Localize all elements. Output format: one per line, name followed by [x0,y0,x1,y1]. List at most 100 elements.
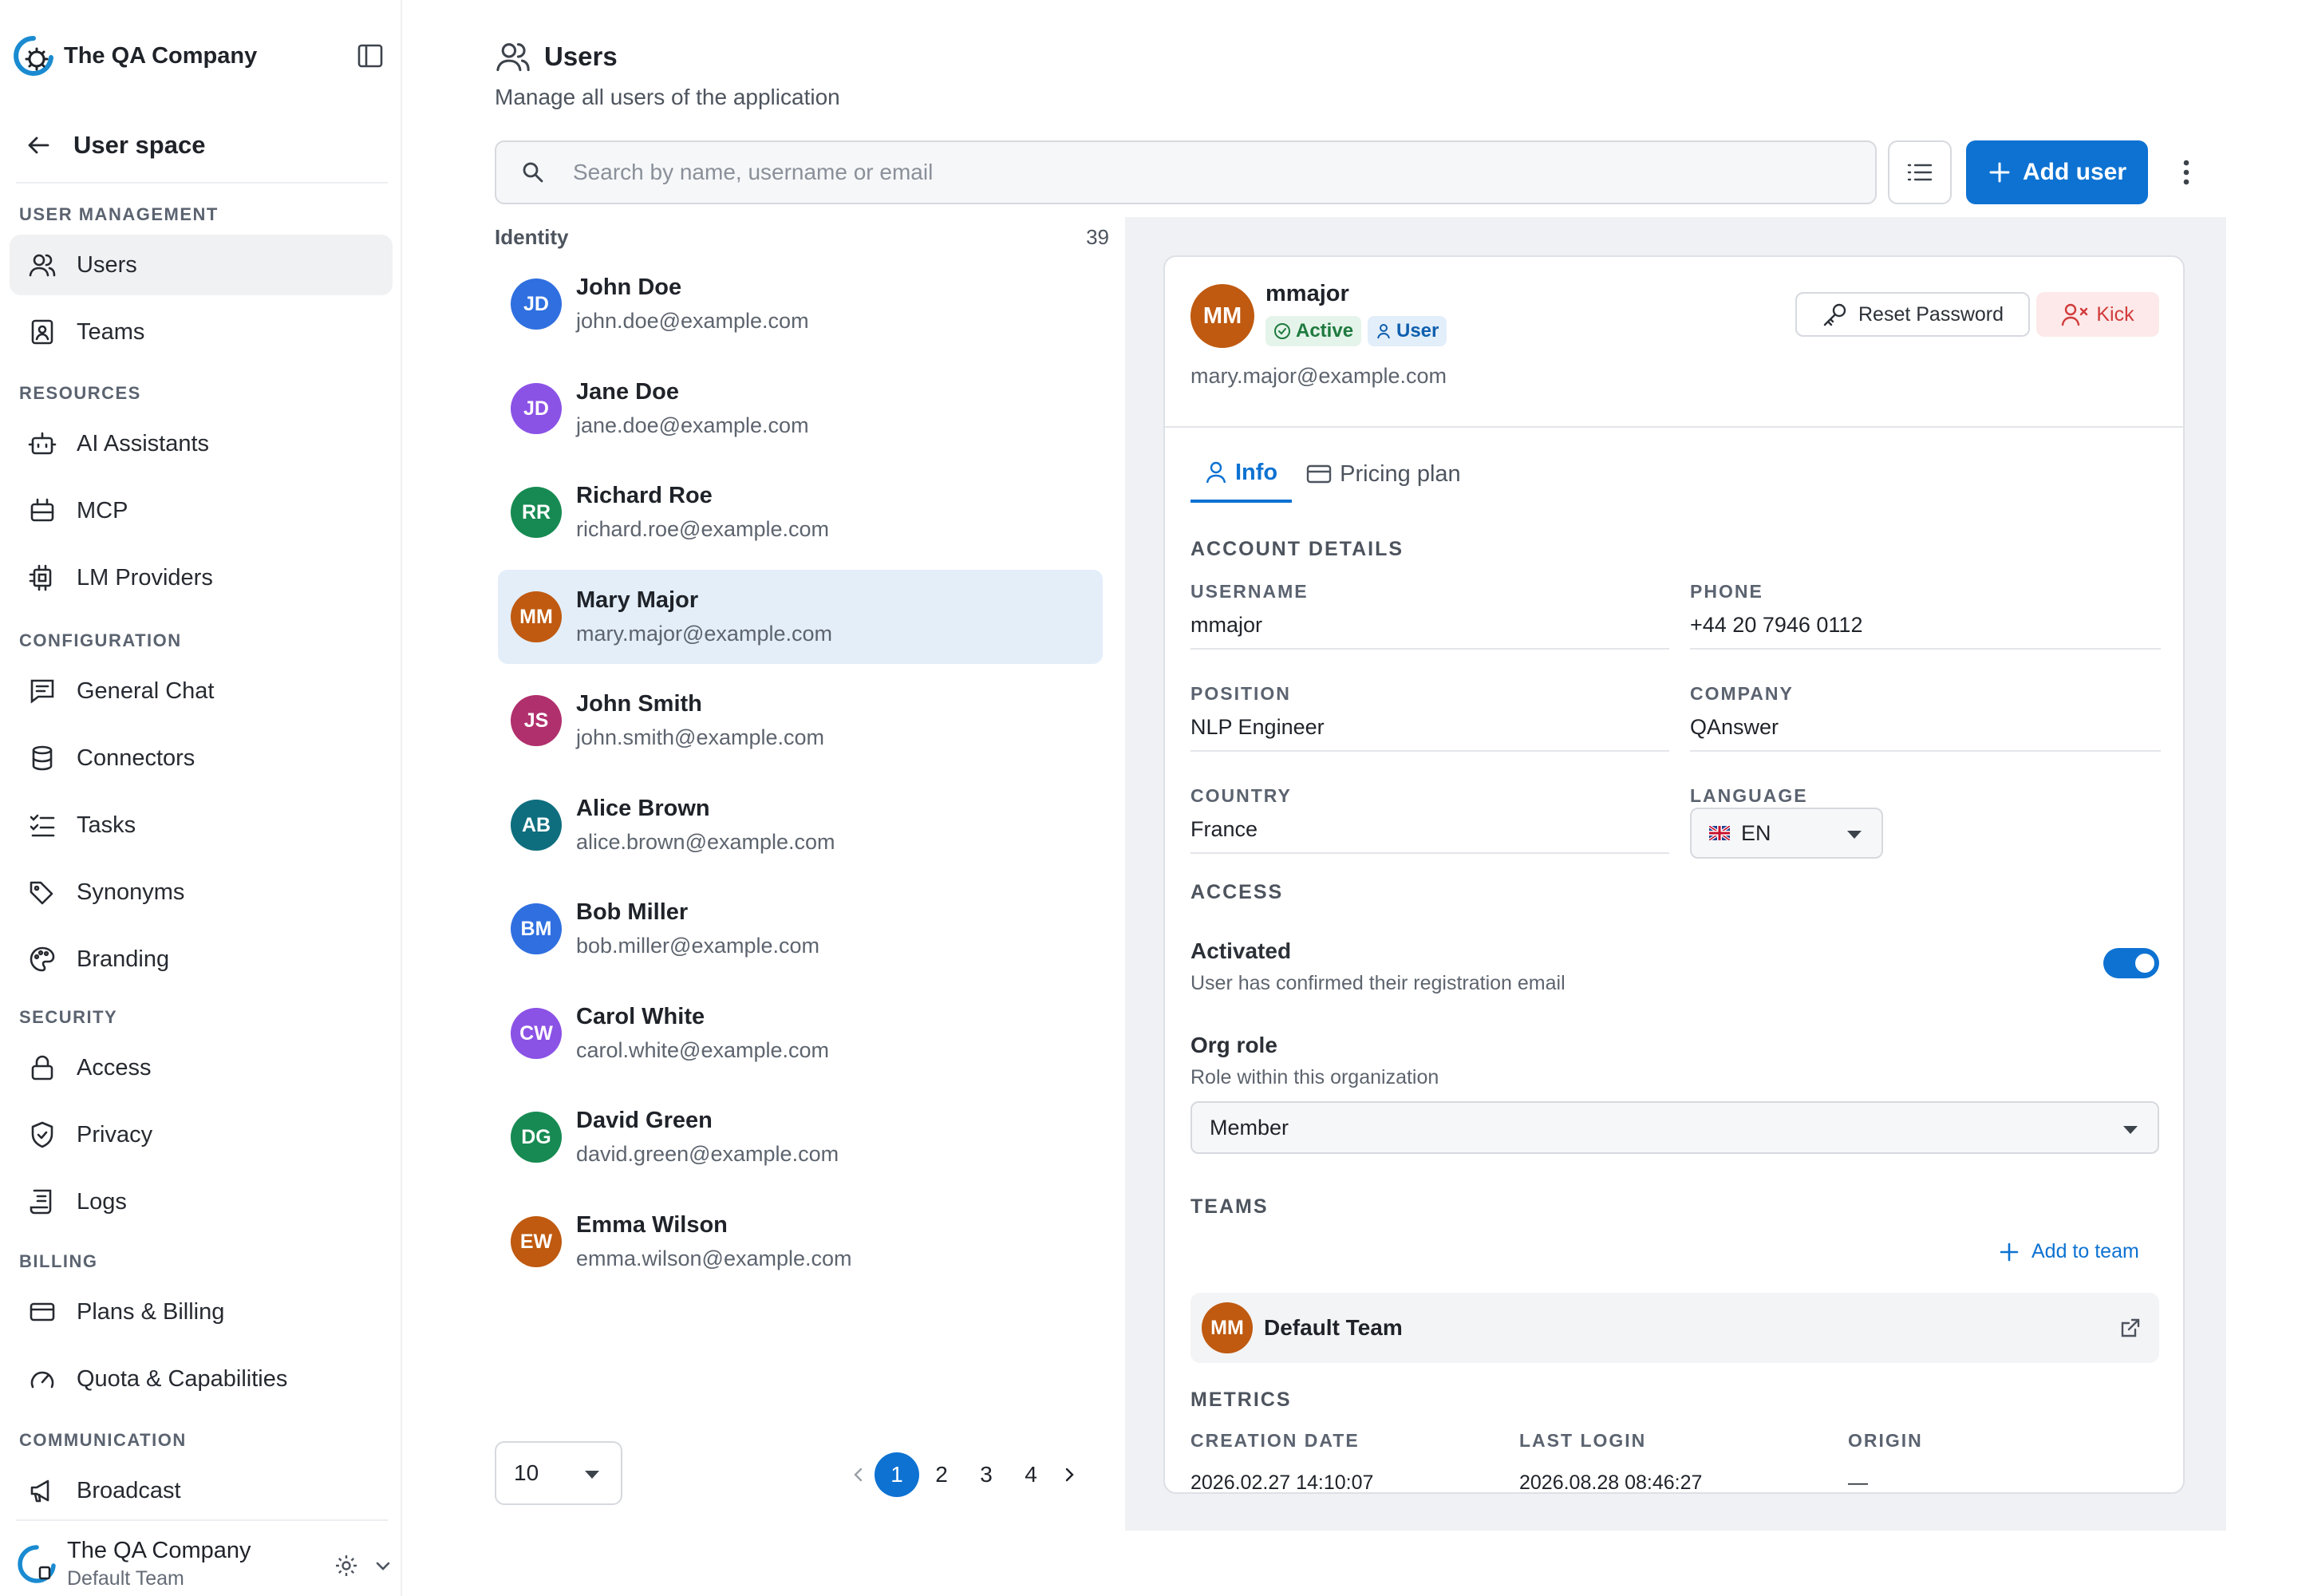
page-size-value: 10 [514,1460,539,1485]
teams-title: TEAMS [1190,1195,1269,1218]
search-input[interactable] [573,160,1770,185]
divider [16,1519,388,1521]
phone-label: PHONE [1690,581,1763,602]
search-bar[interactable] [495,140,1877,204]
add-to-team-button[interactable]: Add to team [1987,1240,2139,1263]
page-size-select[interactable]: 10 [495,1441,622,1505]
page-button-3[interactable]: 3 [964,1452,1009,1497]
sidebar-item-mcp[interactable]: MCP [10,480,393,541]
kick-button[interactable]: Kick [2036,292,2159,337]
list-item[interactable]: CW Carol White carol.white@example.com [498,986,1103,1080]
sidebar-item-users[interactable]: Users [10,235,393,295]
list-item[interactable]: JD Jane Doe jane.doe@example.com [498,361,1103,456]
page-button-1[interactable]: 1 [875,1452,919,1497]
brand-name: The QA Company [64,42,258,69]
gear-icon[interactable] [334,1553,359,1578]
role-badge: User [1368,316,1447,346]
sidebar-item-label: AI Assistants [77,430,210,456]
prev-page-button[interactable] [843,1452,875,1497]
avatar: RR [511,487,562,538]
list-item[interactable]: BM Bob Miller bob.miller@example.com [498,882,1103,976]
user-name: Mary Major [576,587,699,613]
users-icon [495,38,531,75]
creation-date-label: CREATION DATE [1190,1430,1360,1451]
add-user-label: Add user [2022,159,2127,185]
reset-password-button[interactable]: Reset Password [1795,292,2030,337]
user-name: Emma Wilson [576,1212,728,1238]
user-email: david.green@example.com [576,1142,839,1166]
back-to-user-space[interactable]: User space [24,128,205,163]
list-item[interactable]: DG David Green david.green@example.com [498,1090,1103,1184]
user-name: Richard Roe [576,483,713,508]
position-value: NLP Engineer [1190,707,1669,752]
sidebar-item-broadcast[interactable]: Broadcast [10,1460,393,1521]
list-item[interactable]: EW Emma Wilson emma.wilson@example.com [498,1195,1103,1289]
page-button-2[interactable]: 2 [919,1452,964,1497]
user-name: Alice Brown [576,796,710,821]
sidebar-item-tasks[interactable]: Tasks [10,795,393,855]
credit-card-icon [27,1297,57,1327]
user-text: Mary Major mary.major@example.com [576,587,832,646]
sidebar-item-label: Logs [77,1188,127,1215]
section-title-communication: COMMUNICATION [19,1430,187,1450]
sidebar-item-label: Users [77,251,137,278]
org-role-select[interactable]: Member [1190,1101,2159,1154]
avatar: MM [1202,1302,1253,1353]
user-name: Bob Miller [576,899,689,925]
sidebar-item-privacy[interactable]: Privacy [10,1104,393,1165]
origin-value: — [1848,1472,1868,1494]
sidebar-item-quota[interactable]: Quota & Capabilities [10,1349,393,1409]
username-value: mmajor [1190,605,1669,650]
page-button-4[interactable]: 4 [1009,1452,1053,1497]
brand[interactable]: The QA Company [11,35,386,77]
tab-info[interactable]: Info [1190,445,1293,503]
caret-down-icon [584,1470,600,1479]
sidebar-item-synonyms[interactable]: Synonyms [10,862,393,922]
last-login-label: LAST LOGIN [1519,1430,1647,1451]
chat-icon [27,676,57,706]
tab-pricing-plan[interactable]: Pricing plan [1292,445,1475,503]
list-item[interactable]: JS John Smith john.smith@example.com [498,674,1103,768]
list-item[interactable]: MM Mary Major mary.major@example.com [498,570,1103,664]
org-switcher[interactable]: The QA Company Default Team [16,1532,390,1596]
metrics-title: METRICS [1190,1389,1292,1411]
external-link-icon[interactable] [2119,1317,2142,1339]
credit-card-icon [1306,463,1332,485]
country-value: France [1190,809,1669,854]
sidebar-item-plans-billing[interactable]: Plans & Billing [10,1282,393,1342]
activated-toggle[interactable] [2103,948,2159,978]
check-circle-icon [1273,322,1291,340]
user-email: john.smith@example.com [576,725,825,749]
language-select[interactable]: EN [1690,808,1883,859]
access-title: ACCESS [1190,881,1284,903]
avatar: CW [511,1008,562,1059]
country-label: COUNTRY [1190,785,1292,806]
list-view-button[interactable] [1888,140,1952,204]
sidebar-item-logs[interactable]: Logs [10,1171,393,1232]
more-vertical-icon [2182,158,2190,187]
more-options-button[interactable] [2169,152,2204,193]
shield-icon [27,1120,57,1150]
last-login-value: 2026.08.28 08:46:27 [1519,1472,1703,1494]
add-user-button[interactable]: Add user [1966,140,2148,204]
list-item[interactable]: JD John Doe john.doe@example.com [498,257,1103,351]
sidebar-item-access[interactable]: Access [10,1037,393,1098]
sidebar-toggle-icon[interactable] [354,40,386,72]
sidebar-item-teams[interactable]: Teams [10,302,393,362]
user-text: Bob Miller bob.miller@example.com [576,899,819,958]
sidebar-item-general-chat[interactable]: General Chat [10,661,393,721]
sidebar-item-lm-providers[interactable]: LM Providers [10,547,393,608]
sidebar-item-branding[interactable]: Branding [10,929,393,990]
detail-tabs: Info Pricing plan [1190,445,1475,503]
list-item[interactable]: AB Alice Brown alice.brown@example.com [498,778,1103,872]
next-page-button[interactable] [1053,1452,1085,1497]
users-icon [27,250,57,280]
sidebar-item-connectors[interactable]: Connectors [10,728,393,788]
plus-icon [1988,160,2012,184]
chevron-down-icon[interactable] [373,1556,393,1575]
team-row[interactable]: MM Default Team [1190,1293,2159,1363]
list-item[interactable]: RR Richard Roe richard.roe@example.com [498,465,1103,559]
username-label: USERNAME [1190,581,1309,602]
language-value: EN [1741,820,1771,845]
sidebar-item-ai-assistants[interactable]: AI Assistants [10,413,393,474]
